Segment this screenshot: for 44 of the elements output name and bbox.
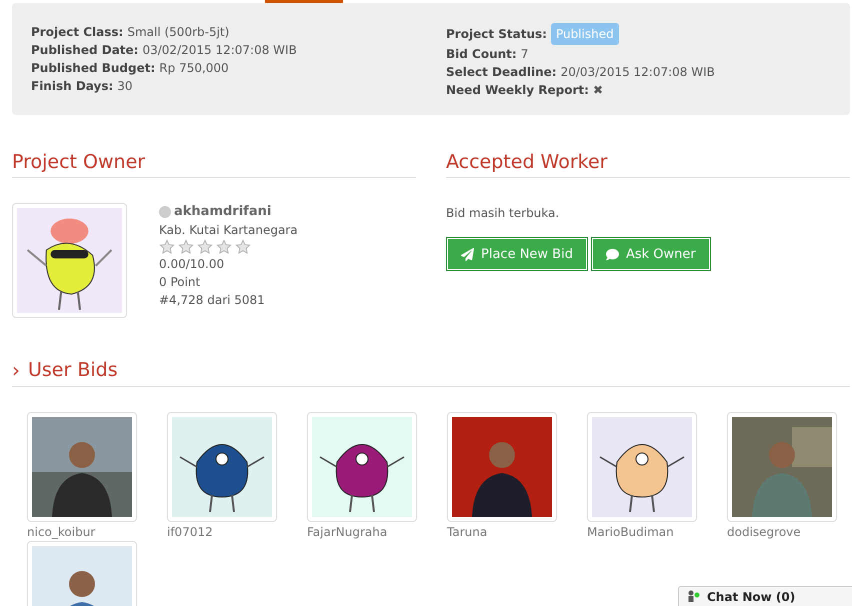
username-link[interactable]: MarioBudiman <box>587 525 727 541</box>
field-value: Rp 750,000 <box>159 60 229 77</box>
field-label: Need Weekly Report: <box>446 82 589 99</box>
username-link[interactable]: Taruna <box>447 525 587 541</box>
status-badge: Published <box>550 23 619 45</box>
chevron-icon[interactable]: › <box>12 358 20 382</box>
star-icon <box>216 239 232 255</box>
star-icon <box>159 239 175 255</box>
points-text: 0 Point <box>159 274 202 291</box>
username-link[interactable]: FajarNugraha <box>307 525 447 541</box>
chat-label: Chat Now (0) <box>707 590 796 606</box>
field-label: Bid Count: <box>446 46 517 63</box>
rating-text: 0.00/10.00 <box>159 256 226 273</box>
heading-text: User Bids <box>28 359 118 381</box>
chat-bar[interactable]: Chat Now (0) <box>678 586 852 606</box>
field-label: Published Date: <box>31 42 138 59</box>
section-heading: Accepted Worker <box>446 151 850 178</box>
field-value: Small (500rb-5jt) <box>127 24 230 41</box>
bid-status-text: Bid masih terbuka. <box>446 206 560 220</box>
field-value: 7 <box>520 46 528 63</box>
star-icon <box>235 239 251 255</box>
ask-owner-button[interactable]: Ask Owner <box>590 237 711 271</box>
star-icon <box>178 239 194 255</box>
username-link[interactable]: if07012 <box>167 525 307 541</box>
field-value: 30 <box>117 78 133 95</box>
field-label: Published Budget: <box>31 60 156 77</box>
field-label: Project Class: <box>31 24 124 41</box>
field-value: ✖ <box>592 82 603 99</box>
field-value: 20/03/2015 12:07:08 WIB <box>560 64 715 81</box>
paper-plane-icon <box>461 248 474 260</box>
username-link[interactable]: dodisegrove <box>727 525 852 541</box>
speech-bubble-icon <box>606 248 619 260</box>
field-label: Select Deadline: <box>446 64 557 81</box>
username-link[interactable]: akhamdrifani <box>174 203 272 221</box>
rank-text: #4,728 dari 5081 <box>159 292 266 309</box>
field-label: Project Status: <box>446 26 547 43</box>
place-bid-button[interactable]: Place New Bid <box>446 237 588 271</box>
section-heading: Project Owner <box>12 151 416 178</box>
people-icon <box>687 590 701 602</box>
star-icon <box>197 239 213 255</box>
field-value: 03/02/2015 12:07:08 WIB <box>142 42 297 59</box>
username-link[interactable]: nico_koibur <box>27 525 167 541</box>
location-text: Kab. Kutai Kartanegara <box>159 222 298 239</box>
field-label: Finish Days: <box>31 78 114 95</box>
